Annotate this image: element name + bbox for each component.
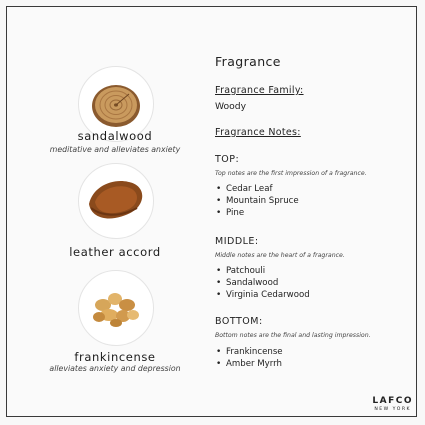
list-item: Amber Myrrh <box>215 358 283 370</box>
brand-name: LAFCO <box>372 396 413 406</box>
list-item: Frankincense <box>215 346 283 358</box>
brand-city: NEW YORK <box>374 407 412 412</box>
bottom-notes-label: BOTTOM: <box>215 316 263 327</box>
ingredient-name-frankincense: frankincense <box>74 350 156 364</box>
top-notes-list: Cedar Leaf Mountain Spruce Pine <box>215 183 299 219</box>
ingredient-name-sandalwood: sandalwood <box>77 129 153 143</box>
bottom-notes-list: Frankincense Amber Myrrh <box>215 346 283 370</box>
fragrance-family-value: Woody <box>215 101 247 112</box>
leather-icon <box>89 180 143 219</box>
list-item: Mountain Spruce <box>215 195 299 207</box>
fragrance-notes-label: Fragrance Notes: <box>215 127 301 138</box>
resin-icon <box>93 293 139 327</box>
list-item: Pine <box>215 207 299 219</box>
bottom-notes-desc: Bottom notes are the final and lasting i… <box>215 332 371 339</box>
frankincense-image <box>78 270 154 346</box>
middle-notes-desc: Middle notes are the heart of a fragranc… <box>215 252 345 259</box>
middle-notes-list: Patchouli Sandalwood Virginia Cedarwood <box>215 265 310 301</box>
list-item: Patchouli <box>215 265 310 277</box>
middle-notes-label: MIDDLE: <box>215 236 259 247</box>
ingredient-desc-frankincense: alleviates anxiety and depression <box>49 364 181 373</box>
fragrance-family-label: Fragrance Family: <box>215 85 304 96</box>
fragrance-title: Fragrance <box>215 54 281 69</box>
list-item: Sandalwood <box>215 277 310 289</box>
ingredient-desc-sandalwood: meditative and alleviates anxiety <box>49 145 181 154</box>
leather-accord-image <box>78 163 154 239</box>
list-item: Virginia Cedarwood <box>215 289 310 301</box>
brand-logo: LAFCO NEW YORK <box>372 396 413 412</box>
list-item: Cedar Leaf <box>215 183 299 195</box>
top-notes-label: TOP: <box>215 154 240 165</box>
top-notes-desc: Top notes are the first impression of a … <box>215 170 367 177</box>
ingredient-name-leather-accord: leather accord <box>69 245 161 259</box>
